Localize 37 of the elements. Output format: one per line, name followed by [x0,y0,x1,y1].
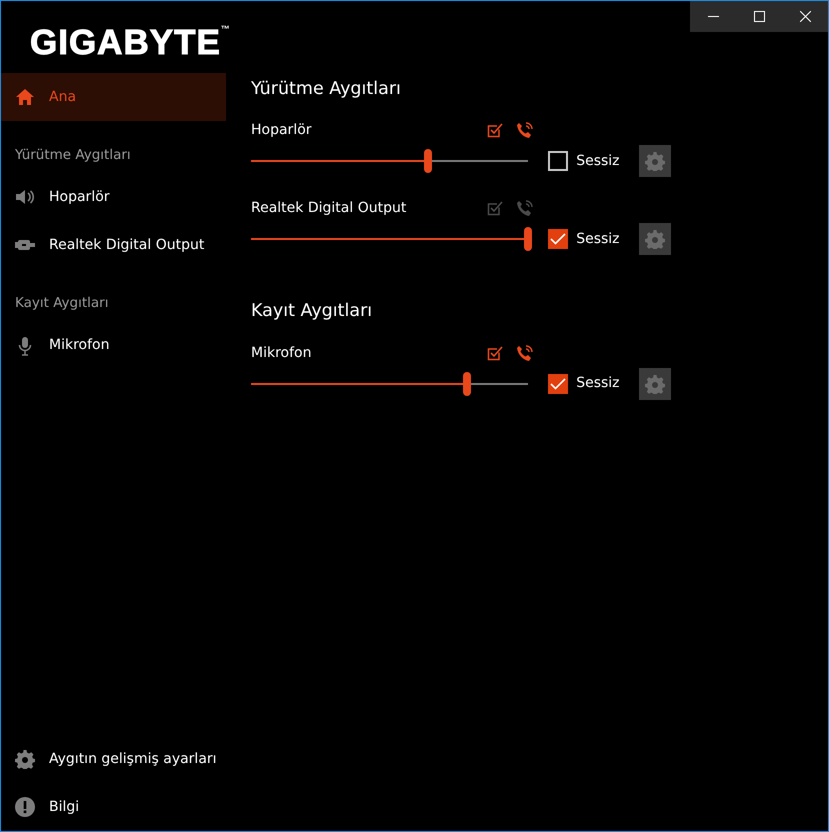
speaker-icon [15,189,35,206]
sidebar-item[interactable]: Aygıtın gelişmiş ayarları [1,735,226,783]
connector-icon [15,240,35,250]
device-name: Hoparlör [251,121,312,140]
mute-label: Sessiz [576,230,620,249]
phone-icon[interactable] [516,122,533,140]
device-name: Realtek Digital Output [251,199,406,218]
volume-slider[interactable] [251,149,528,174]
mute-checkbox[interactable] [548,229,568,250]
sidebar-item[interactable]: Mikrofon [1,322,226,370]
mute-checkbox[interactable] [548,151,568,172]
sidebar-item[interactable]: Realtek Digital Output [1,221,226,270]
close-icon [800,11,810,22]
sidebar-item[interactable]: Hoparlör [1,173,226,222]
section-heading: Kayıt Aygıtları [14,294,108,314]
device-name: Mikrofon [251,344,312,362]
phone-icon[interactable] [516,344,533,362]
mute-label: Sessiz [576,374,620,393]
mute-checkbox[interactable] [548,374,568,394]
settings-icon [15,749,35,769]
default-device-icon[interactable] [487,346,503,360]
gear-icon [645,374,666,394]
gear-icon [645,229,666,250]
sidebar-item[interactable]: Bilgi [1,783,226,831]
logo: GIGABYTE$^{™}$ [30,23,231,63]
home-icon [15,88,35,106]
sidebar-item[interactable]: Ana [1,73,226,121]
info-icon [15,797,35,817]
mute-label: Sessiz [576,152,620,171]
gear-icon [645,151,666,172]
maximize-icon [754,11,764,22]
minimize-icon [708,16,718,17]
section-title: Kayıt Aygıtları [251,300,372,324]
section-title: Yürütme Aygıtları [251,78,401,101]
volume-slider[interactable] [251,372,528,396]
section-heading: Yürütme Aygıtları [14,146,131,165]
default-device-icon[interactable] [487,123,503,138]
